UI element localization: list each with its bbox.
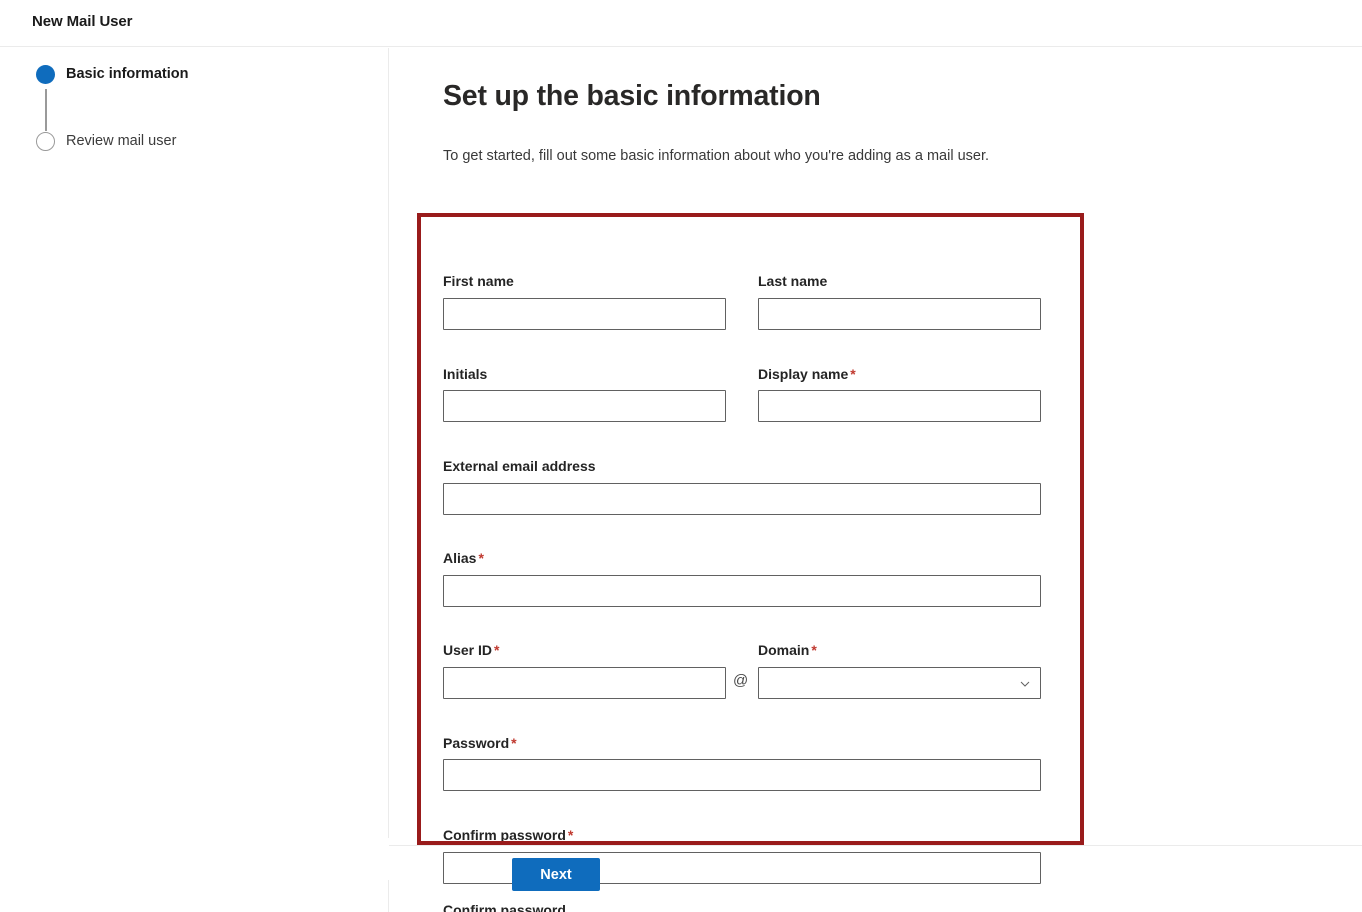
- sidebar-item-review-mail-user[interactable]: Review mail user: [0, 129, 389, 153]
- step-label-basic-information: Basic information: [66, 66, 189, 82]
- chevron-down-icon: [1020, 679, 1030, 689]
- display-name-input[interactable]: [758, 390, 1041, 422]
- empty-circle-icon: [36, 132, 55, 151]
- main-content: Set up the basic information To get star…: [389, 48, 1362, 912]
- sidebar-item-basic-information[interactable]: Basic information: [0, 62, 389, 86]
- step-connector-line: [45, 89, 47, 131]
- last-name-input[interactable]: [758, 298, 1041, 330]
- label-password: Password *: [443, 735, 517, 751]
- user-id-input[interactable]: [443, 667, 726, 699]
- wizard-step-rail: Basic information Review mail user: [0, 48, 389, 838]
- page-title: New Mail User: [32, 13, 133, 30]
- alias-input[interactable]: [443, 575, 1041, 607]
- step-label-review-mail-user: Review mail user: [66, 133, 177, 149]
- required-asterisk: *: [850, 366, 856, 382]
- subheading-description: To get started, fill out some basic info…: [443, 148, 990, 164]
- required-asterisk: *: [567, 827, 574, 843]
- required-asterisk: *: [811, 642, 817, 658]
- at-separator-icon: @: [733, 672, 749, 689]
- initials-input[interactable]: [443, 390, 726, 422]
- clipped-bottom-row: Confirm password: [443, 903, 843, 912]
- required-asterisk: *: [494, 642, 500, 658]
- label-alias: Alias *: [443, 550, 484, 566]
- label-domain: Domain *: [758, 642, 817, 658]
- label-initials: Initials: [443, 366, 488, 382]
- window-header: New Mail User: [0, 0, 1362, 47]
- password-input[interactable]: [443, 759, 1041, 791]
- label-first-name: First name: [443, 273, 514, 289]
- label-confirm-password: Confirm password *: [443, 827, 574, 843]
- domain-select[interactable]: [758, 667, 1041, 699]
- required-asterisk: *: [478, 550, 484, 566]
- external-email-address-input[interactable]: [443, 483, 1041, 515]
- label-last-name: Last name: [758, 273, 828, 289]
- label-display-name: Display name *: [758, 366, 856, 382]
- filled-circle-icon: [36, 65, 55, 84]
- first-name-input[interactable]: [443, 298, 726, 330]
- required-asterisk: *: [511, 735, 517, 751]
- heading-set-up-basic-information: Set up the basic information: [443, 80, 821, 112]
- label-external-email-address: External email address: [443, 458, 596, 474]
- next-button[interactable]: Next: [512, 858, 600, 891]
- clipped-bottom-label: Confirm password: [443, 903, 566, 912]
- label-user-id: User ID *: [443, 642, 500, 658]
- footer-divider: [389, 845, 1362, 846]
